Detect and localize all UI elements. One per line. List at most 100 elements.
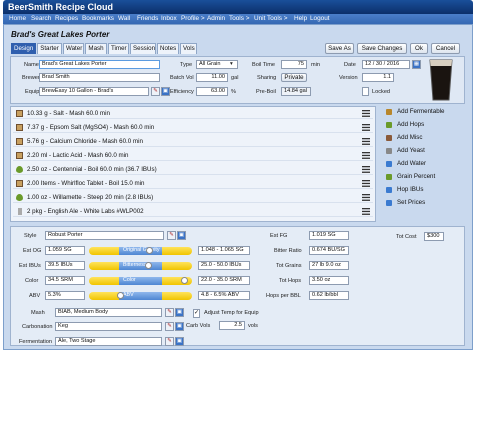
edit-style-icon[interactable]: ✎	[167, 231, 176, 240]
ingredient-row[interactable]: 2.00 Items - Whirlfloc Tablet - Boil 15.…	[13, 178, 373, 189]
nav-item[interactable]: Tools >	[229, 15, 249, 22]
ingredient-row[interactable]: 2 pkg - English Ale - White Labs #WLP002	[13, 206, 373, 217]
save-as-button[interactable]: Save As	[325, 43, 354, 54]
style-label: Style	[24, 233, 37, 239]
view-equip-icon[interactable]: ▣	[161, 87, 170, 96]
tab-starter[interactable]: Starter	[37, 43, 62, 54]
nav-item[interactable]: Recipes	[55, 15, 78, 22]
tab-session[interactable]: Session	[130, 43, 156, 54]
side-button[interactable]: Set Prices	[384, 198, 450, 208]
tot-hops-value: 3.50 oz	[309, 276, 349, 285]
menu-icon[interactable]	[362, 138, 370, 145]
edit-carbonation-icon[interactable]: ✎	[165, 322, 174, 331]
cancel-button[interactable]: Cancel	[431, 43, 460, 54]
fermentation-select[interactable]: Ale, Two Stage	[55, 337, 162, 346]
add-icon	[386, 109, 392, 115]
side-button[interactable]: Add Misc	[384, 133, 450, 143]
view-mash-icon[interactable]: ▣	[175, 308, 184, 317]
chevron-down-icon: ▾	[230, 61, 233, 67]
hop-icon	[16, 194, 23, 201]
side-button-label: Set Prices	[397, 199, 426, 206]
adjust-temp-label: Adjust Temp for Equip	[204, 310, 259, 316]
color-gauge-label: Color	[123, 277, 136, 283]
ingredient-text: 1.00 oz - Willamette - Steep 20 min (2.8…	[27, 194, 154, 201]
mash-select[interactable]: BIAB, Medium Body	[55, 308, 162, 317]
save-changes-button[interactable]: Save Changes	[357, 43, 407, 54]
view-fermentation-icon[interactable]: ▣	[175, 337, 184, 346]
side-button[interactable]: Add Water	[384, 159, 450, 169]
version-input[interactable]: 1.1	[362, 73, 394, 82]
misc-icon	[16, 138, 23, 145]
equip-select[interactable]: BrewEasy 10 Gallon - Brad's	[39, 87, 149, 96]
misc-icon	[16, 152, 23, 159]
ok-button[interactable]: Ok	[410, 43, 428, 54]
carb-vols-input[interactable]: 2.5	[219, 321, 245, 330]
tab-water[interactable]: Water	[63, 43, 84, 54]
side-button[interactable]: Hop IBUs	[384, 185, 450, 195]
ingredient-row[interactable]: 5.76 g - Calcium Chloride - Mash 60.0 mi…	[13, 136, 373, 147]
side-button[interactable]: Add Hops	[384, 120, 450, 130]
edit-fermentation-icon[interactable]: ✎	[165, 337, 174, 346]
add-icon	[386, 187, 392, 193]
batch-input[interactable]: 11.00	[196, 73, 228, 82]
nav-item[interactable]: Bookmarks	[82, 15, 114, 22]
nav-item[interactable]: Wall	[118, 15, 130, 22]
ingredient-row[interactable]: 1.00 oz - Willamette - Steep 20 min (2.8…	[13, 192, 373, 203]
nav-item[interactable]: Friends	[137, 15, 158, 22]
nav-item[interactable]: Search	[31, 15, 51, 22]
tab-design[interactable]: Design	[11, 43, 36, 54]
ingredient-row[interactable]: 10.33 g - Salt - Mash 60.0 min	[13, 108, 373, 119]
ingredient-row[interactable]: 2.50 oz - Centennial - Boil 60.0 min (36…	[13, 164, 373, 175]
menu-icon[interactable]	[362, 180, 370, 187]
nav-item[interactable]: Logout	[310, 15, 330, 22]
view-style-icon[interactable]: ▣	[177, 231, 186, 240]
og-gauge-knob	[146, 247, 153, 254]
menu-icon[interactable]	[362, 194, 370, 201]
menu-icon[interactable]	[362, 110, 370, 117]
calendar-icon[interactable]: ▦	[412, 60, 421, 69]
beer-glass-icon	[429, 59, 453, 101]
efficiency-input[interactable]: 63.00	[196, 87, 228, 96]
hops-per-bbl-value: 0.62 lb/bbl	[309, 291, 349, 300]
side-button[interactable]: Add Fermentable	[384, 107, 450, 117]
brewer-input[interactable]: Brad Smith	[39, 73, 160, 82]
ingredient-row[interactable]: 7.37 g - Epsom Salt (MgSO4) - Mash 60.0 …	[13, 122, 373, 133]
color-gauge: Color	[89, 277, 192, 285]
tab-notes[interactable]: Notes	[157, 43, 179, 54]
sharing-button[interactable]: Private	[281, 73, 307, 82]
side-button[interactable]: Add Yeast	[384, 146, 450, 156]
menu-icon[interactable]	[362, 166, 370, 173]
add-icon	[386, 174, 392, 180]
date-input[interactable]: 12 / 30 / 2016	[362, 60, 410, 69]
locked-checkbox[interactable]	[362, 87, 369, 96]
color-value: 34.5 SRM	[45, 276, 85, 285]
menu-icon[interactable]	[362, 124, 370, 131]
boil-time-input[interactable]: 75	[281, 60, 307, 69]
edit-equip-icon[interactable]: ✎	[151, 87, 160, 96]
locked-label: Locked	[372, 89, 391, 95]
nav-item[interactable]: Home	[9, 15, 26, 22]
abv-gauge: ABV	[89, 292, 192, 300]
version-label: Version	[339, 75, 358, 81]
nav-item[interactable]: Unit Tools >	[254, 15, 287, 22]
menu-icon[interactable]	[362, 152, 370, 159]
nav-item[interactable]: Admin	[207, 15, 225, 22]
nav-item[interactable]: Profile >	[181, 15, 205, 22]
carbonation-label: Carbonation	[22, 324, 53, 330]
ingredient-text: 2 pkg - English Ale - White Labs #WLP002	[27, 208, 144, 215]
batch-unit: gal	[231, 75, 239, 81]
style-select[interactable]: Robust Porter	[45, 231, 164, 240]
tab-mash[interactable]: Mash	[85, 43, 107, 54]
tab-timer[interactable]: Timer	[108, 43, 129, 54]
name-input[interactable]: Brad's Great Lakes Porter	[39, 60, 160, 69]
side-button[interactable]: Grain Percent	[384, 172, 450, 182]
view-carbonation-icon[interactable]: ▣	[175, 322, 184, 331]
edit-mash-icon[interactable]: ✎	[165, 308, 174, 317]
nav-item[interactable]: Help	[294, 15, 307, 22]
menu-icon[interactable]	[362, 208, 370, 215]
tab-vols[interactable]: Vols	[180, 43, 197, 54]
carbonation-select[interactable]: Keg	[55, 322, 162, 331]
nav-item[interactable]: Inbox	[161, 15, 177, 22]
ingredient-row[interactable]: 2.20 ml - Lactic Acid - Mash 60.0 min	[13, 150, 373, 161]
adjust-temp-checkbox[interactable]: ✓	[193, 309, 200, 318]
